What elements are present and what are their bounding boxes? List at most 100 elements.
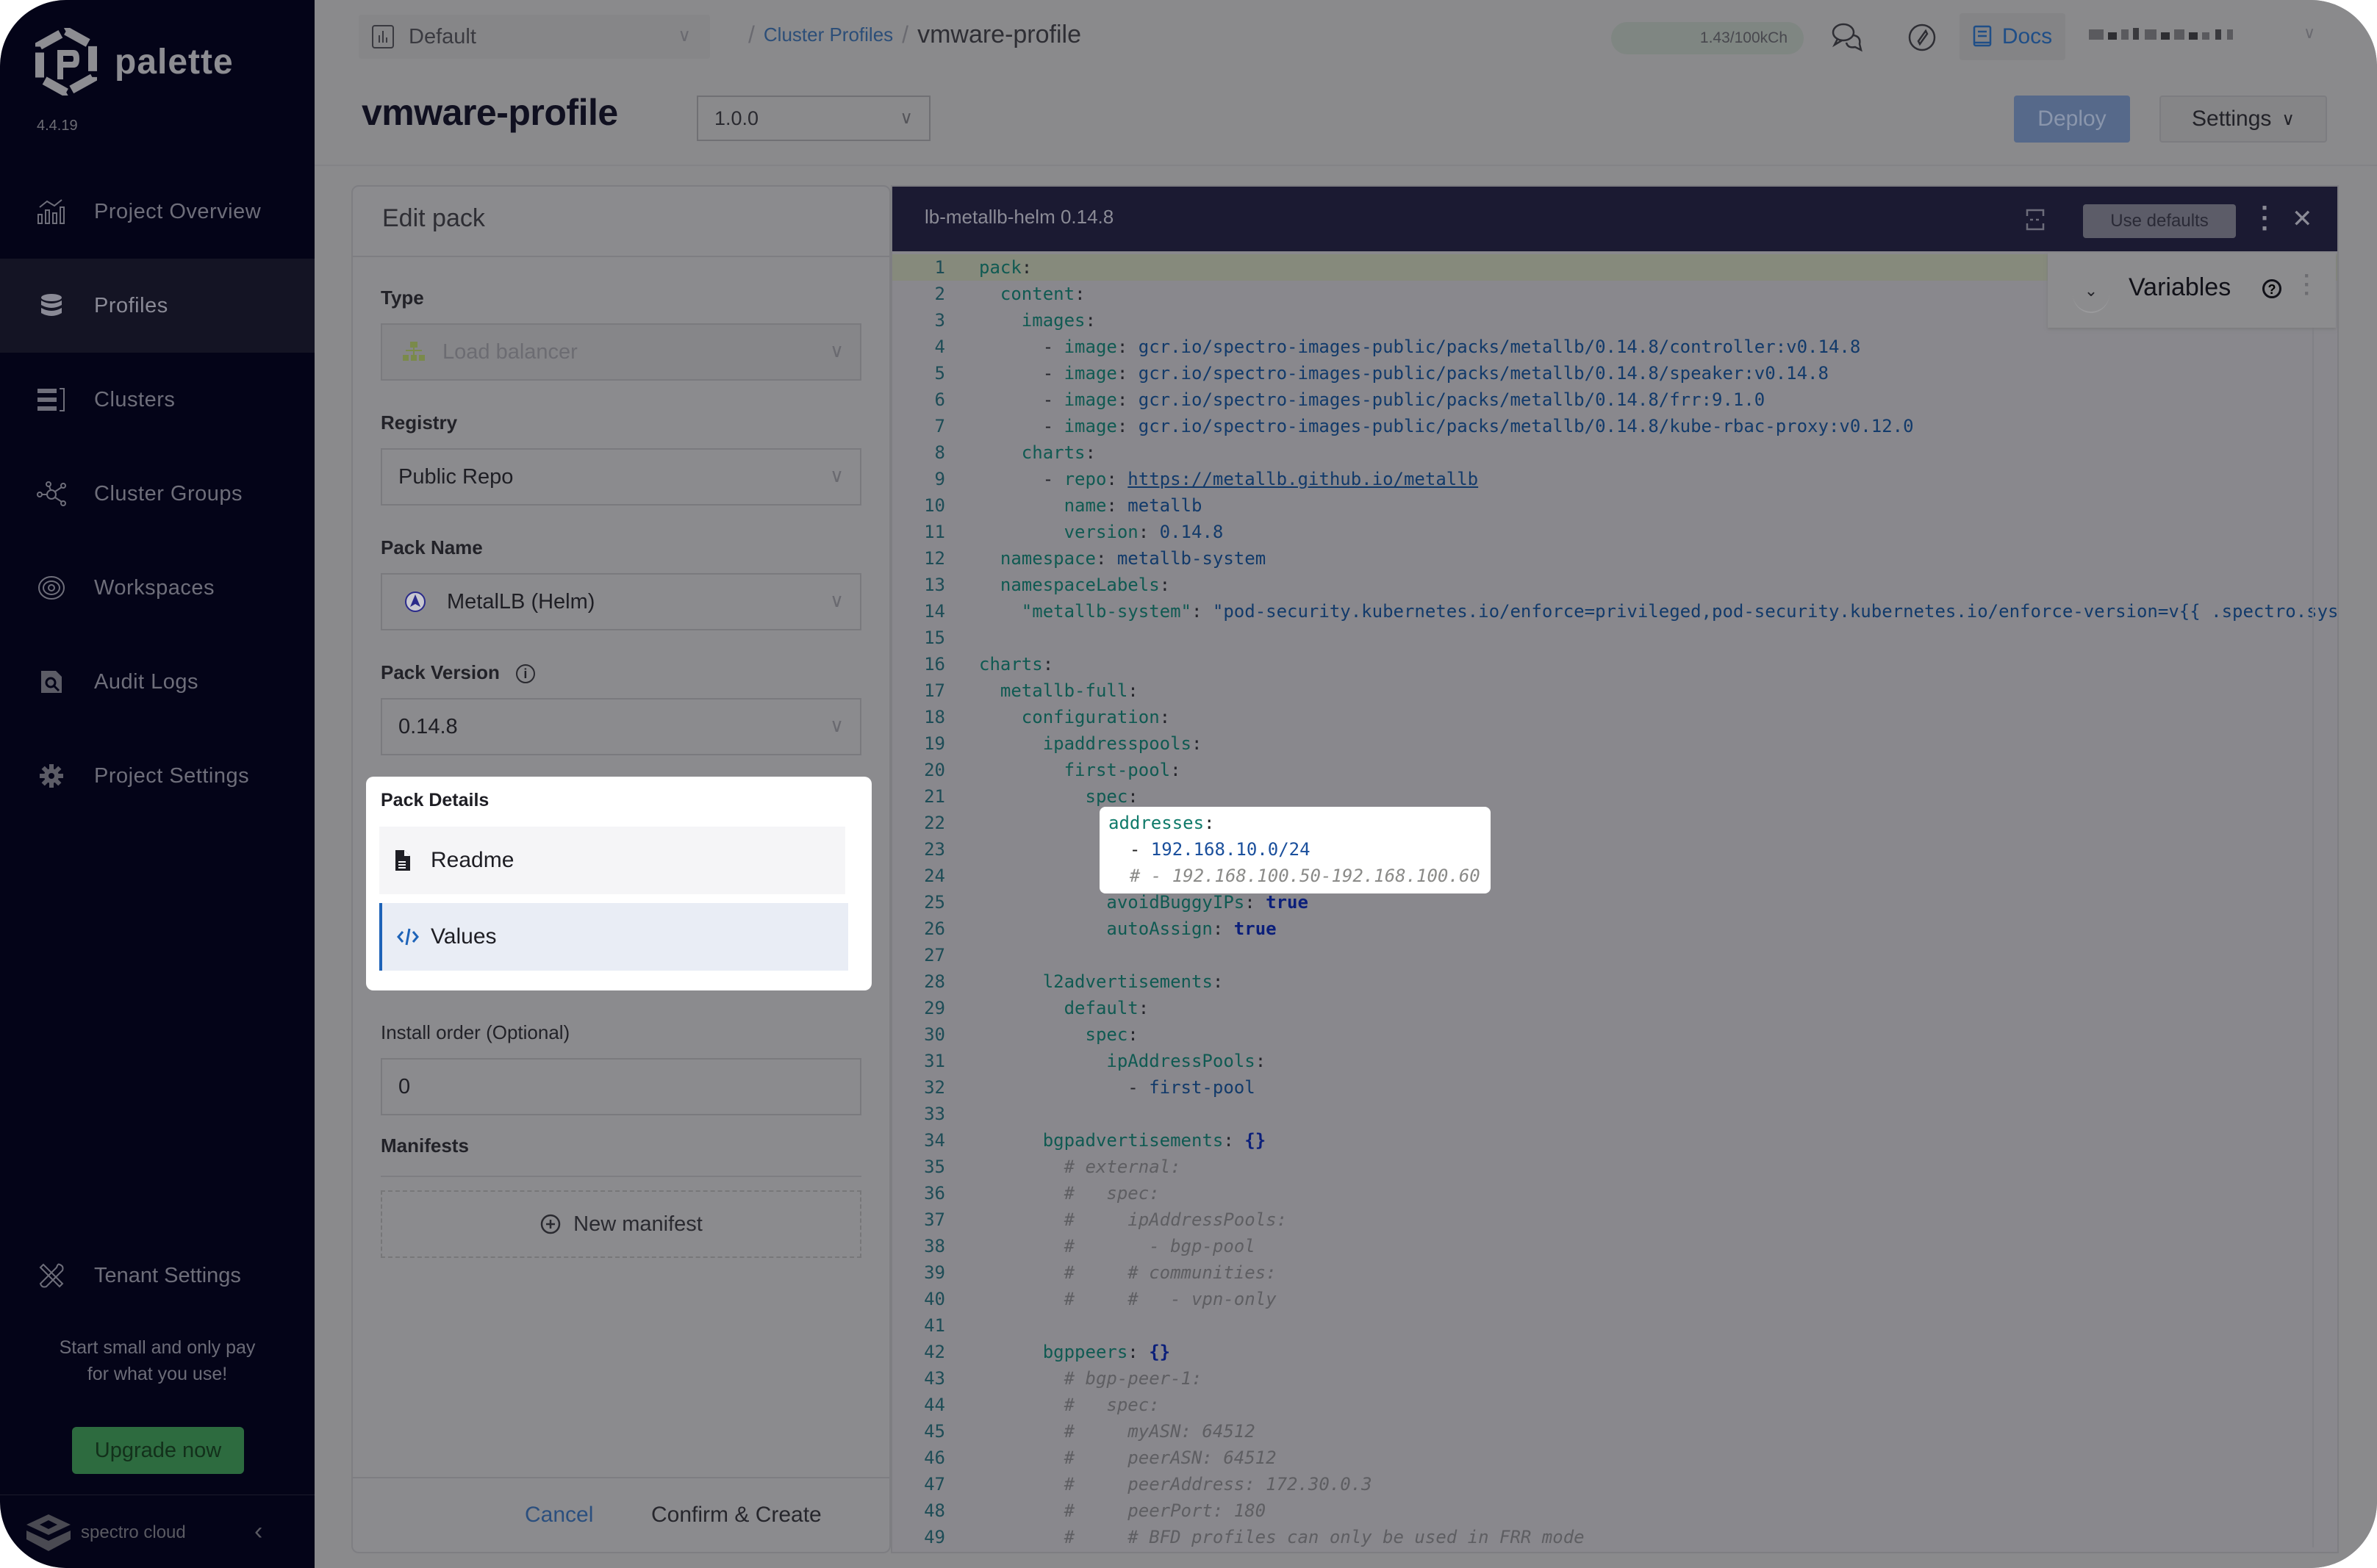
code-line[interactable]: 34 bgpadvertisements: {} <box>892 1127 2337 1154</box>
code-line[interactable]: 19 ipaddresspools: <box>892 730 2337 757</box>
code-line[interactable]: 14 "metallb-system": "pod-security.kuber… <box>892 598 2337 625</box>
code-line[interactable]: 26 autoAssign: true <box>892 916 2337 942</box>
code-line[interactable]: 29 default: <box>892 995 2337 1021</box>
confirm-create-button[interactable]: Confirm & Create <box>647 1502 826 1528</box>
close-icon[interactable]: ✕ <box>2292 204 2313 234</box>
code-line[interactable]: 47 # peerAddress: 172.30.0.3 <box>892 1471 2337 1497</box>
code-line[interactable]: 36 # spec: <box>892 1180 2337 1206</box>
upgrade-now-button[interactable]: Upgrade now <box>72 1427 244 1474</box>
code-token <box>979 1209 1064 1230</box>
help-icon[interactable]: ? <box>2262 279 2281 298</box>
code-line[interactable]: 35 # external: <box>892 1154 2337 1180</box>
code-token: avoidBuggyIPs <box>1106 892 1244 913</box>
profile-version-select[interactable]: 1.0.0 ∨ <box>697 96 931 141</box>
info-icon[interactable]: i <box>516 664 535 683</box>
sidebar-item-clusters[interactable]: Clusters <box>0 353 315 447</box>
code-line[interactable]: 42 bgppeers: {} <box>892 1339 2337 1365</box>
code-line[interactable]: 7 - image: gcr.io/spectro-images-public/… <box>892 413 2337 439</box>
new-manifest-button[interactable]: New manifest <box>381 1190 861 1258</box>
code-line[interactable]: 6 - image: gcr.io/spectro-images-public/… <box>892 386 2337 413</box>
line-number: 18 <box>892 707 945 727</box>
line-number: 11 <box>892 522 945 542</box>
code-line[interactable]: 45 # myASN: 64512 <box>892 1418 2337 1445</box>
settings-dropdown[interactable]: Settings ∨ <box>2159 96 2327 143</box>
code-area[interactable]: 1pack:2 content:3 images:4 - image: gcr.… <box>892 251 2337 1552</box>
code-token: image <box>1064 337 1117 357</box>
pack-version-select[interactable]: 0.14.8 ∨ <box>381 698 861 755</box>
code-line[interactable]: 37 # ipAddressPools: <box>892 1206 2337 1233</box>
user-menu-redacted[interactable] <box>2089 26 2258 43</box>
code-line[interactable]: 39 # # communities: <box>892 1259 2337 1286</box>
code-line[interactable]: 9 - repo: https://metallb.github.io/meta… <box>892 466 2337 492</box>
code-line[interactable]: 10 name: metallb <box>892 492 2337 519</box>
breadcrumb-cluster-profiles[interactable]: Cluster Profiles <box>764 24 893 46</box>
deploy-button[interactable]: Deploy <box>2014 96 2130 143</box>
code-line[interactable]: 31 ipAddressPools: <box>892 1048 2337 1074</box>
code-line[interactable]: 48 # peerPort: 180 <box>892 1497 2337 1524</box>
code-line[interactable]: 11 version: 0.14.8 <box>892 519 2337 545</box>
code-line[interactable]: 49 # # BFD profiles can only be used in … <box>892 1524 2337 1550</box>
docs-button[interactable]: Docs <box>1960 13 2065 60</box>
chat-bubbles-icon[interactable] <box>1830 21 1864 54</box>
sidebar-item-project-overview[interactable]: Project Overview <box>0 165 315 259</box>
scrollbar[interactable] <box>2312 328 2314 1547</box>
code-line[interactable]: 13 namespaceLabels: <box>892 572 2337 598</box>
sidebar-item-profiles[interactable]: Profiles <box>0 259 315 353</box>
pack-name-select[interactable]: MetalLB (Helm) ∨ <box>381 573 861 630</box>
code-line[interactable]: 43 # bgp-peer-1: <box>892 1365 2337 1392</box>
code-line[interactable]: 28 l2advertisements: <box>892 968 2337 995</box>
palette-logo[interactable]: palette <box>35 28 234 96</box>
install-order-input[interactable]: 0 <box>381 1058 861 1115</box>
sidebar-nav: Project Overview Profiles Clusters Clust… <box>0 165 315 823</box>
code-line[interactable]: 41 <box>892 1312 2337 1339</box>
highlighted-code-line: # - 192.168.100.50-192.168.100.60 <box>1108 863 1480 889</box>
sidebar-item-project-settings[interactable]: Project Settings <box>0 729 315 823</box>
code-line[interactable]: 46 # peerASN: 64512 <box>892 1445 2337 1471</box>
code-line[interactable]: 38 # - bgp-pool <box>892 1233 2337 1259</box>
more-options-icon[interactable]: ··· <box>2303 272 2311 298</box>
code-token: ipaddresspools <box>1043 733 1191 754</box>
code-token: 0.14.8 <box>1160 522 1224 542</box>
sidebar-item-cluster-groups[interactable]: Cluster Groups <box>0 447 315 541</box>
format-icon[interactable] <box>2024 207 2046 232</box>
code-line[interactable]: 18 configuration: <box>892 704 2337 730</box>
code-line[interactable]: 5 - image: gcr.io/spectro-images-public/… <box>892 360 2337 386</box>
code-line[interactable]: 12 namespace: metallb-system <box>892 545 2337 572</box>
code-line[interactable]: 40 # # - vpn-only <box>892 1286 2337 1312</box>
app-version: 4.4.19 <box>37 118 78 134</box>
book-icon <box>1973 25 1992 48</box>
code-line[interactable]: 21 spec: <box>892 783 2337 810</box>
compass-icon[interactable] <box>1905 21 1939 54</box>
readme-tab[interactable]: Readme <box>379 827 845 894</box>
code-line[interactable]: 15 <box>892 625 2337 651</box>
sidebar-item-audit-logs[interactable]: Audit Logs <box>0 635 315 729</box>
sidebar-item-tenant-settings[interactable]: Tenant Settings <box>37 1261 241 1290</box>
cancel-button[interactable]: Cancel <box>520 1502 598 1528</box>
code-token: true <box>1234 918 1277 939</box>
code-line[interactable]: 16charts: <box>892 651 2337 677</box>
collapse-sidebar-icon[interactable]: ‹ <box>254 1517 262 1546</box>
code-line[interactable]: 30 spec: <box>892 1021 2337 1048</box>
code-line[interactable]: 32 - first-pool <box>892 1074 2337 1101</box>
code-line[interactable]: 20 first-pool: <box>892 757 2337 783</box>
line-content: ipAddressPools: <box>979 1051 1266 1071</box>
more-options-icon[interactable]: ··· <box>2259 203 2271 234</box>
code-line[interactable]: 27 <box>892 942 2337 968</box>
chevron-down-icon[interactable]: ⌄ <box>2073 275 2109 313</box>
use-defaults-button[interactable]: Use defaults <box>2083 204 2236 238</box>
code-line[interactable]: 33 <box>892 1101 2337 1127</box>
project-selector[interactable]: Default ∨ <box>359 15 710 59</box>
code-line[interactable]: 4 - image: gcr.io/spectro-images-public/… <box>892 334 2337 360</box>
code-line[interactable]: 17 metallb-full: <box>892 677 2337 704</box>
chevron-down-icon: ∨ <box>2281 109 2295 130</box>
sidebar-item-workspaces[interactable]: Workspaces <box>0 541 315 635</box>
registry-label: Registry <box>381 411 457 434</box>
usage-meter[interactable]: 1.43/100kCh <box>1611 22 1804 54</box>
code-line[interactable]: 44 # spec: <box>892 1392 2337 1418</box>
values-tab[interactable]: Values <box>379 903 848 971</box>
type-select[interactable]: Load balancer ∨ <box>381 323 861 381</box>
registry-select[interactable]: Public Repo ∨ <box>381 448 861 506</box>
user-menu-chevron-icon[interactable]: ∨ <box>2303 24 2315 43</box>
code-token <box>979 522 1064 542</box>
code-line[interactable]: 8 charts: <box>892 439 2337 466</box>
